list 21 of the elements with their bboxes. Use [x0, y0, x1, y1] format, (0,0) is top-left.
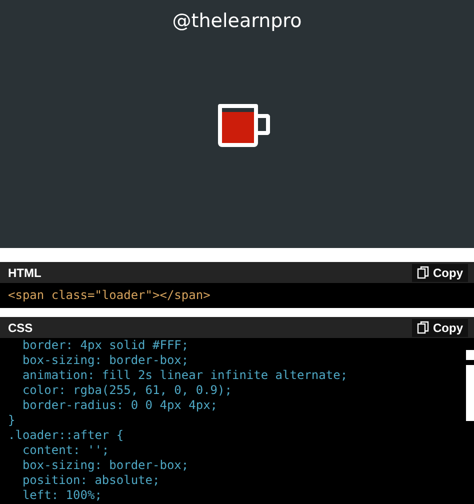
- code-line: <span class="loader"></span>: [8, 288, 210, 303]
- code-line: content: '';: [21, 443, 110, 458]
- edge-panel: [466, 365, 474, 421]
- copy-button[interactable]: Copy: [412, 318, 468, 336]
- code-line: box-sizing: border-box;: [21, 458, 189, 473]
- handle-text: @thelearnpro: [172, 10, 302, 32]
- copy-button[interactable]: Copy: [412, 264, 468, 282]
- code-line: .loader::after {: [8, 428, 124, 443]
- copy-icon: [417, 266, 429, 279]
- code-line: box-sizing: border-box;: [21, 353, 189, 368]
- code-line: border: 4px solid #FFF;: [21, 338, 189, 353]
- copy-icon: [417, 321, 429, 334]
- code-line: left: 100%;: [21, 488, 102, 503]
- code-line: position: absolute;: [21, 473, 160, 488]
- code-line: color: rgba(255, 61, 0, 0.9);: [21, 383, 232, 398]
- code-line: }: [8, 413, 16, 428]
- code-line: border-radius: 0 0 4px 4px;: [21, 398, 218, 413]
- panel-title: CSS: [8, 320, 33, 334]
- edge-marker: [466, 350, 474, 360]
- code-line: animation: fill 2s linear infinite alternate;: [21, 368, 348, 383]
- panel-title: HTML: [8, 266, 42, 280]
